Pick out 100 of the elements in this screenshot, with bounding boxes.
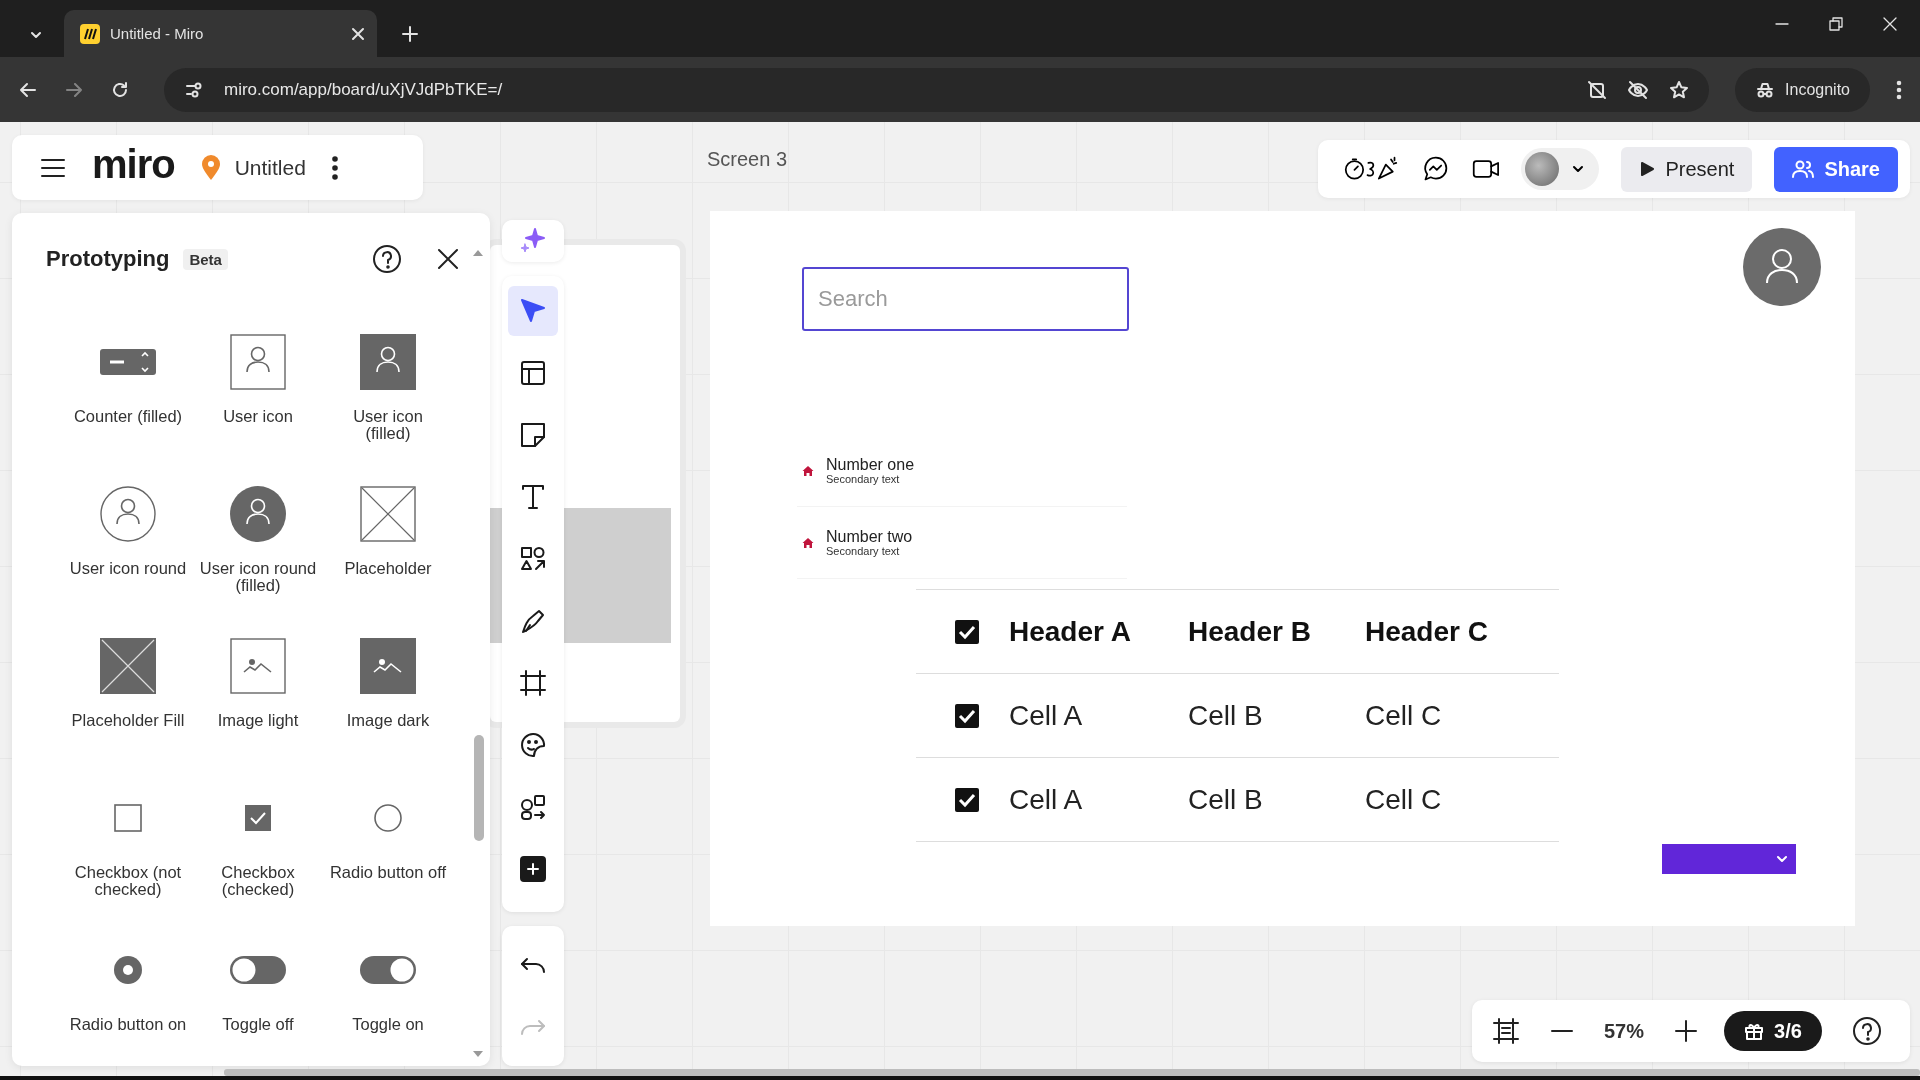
play-icon [1639,161,1656,177]
scroll-down-icon[interactable] [472,1050,484,1058]
component-label: Counter (filled) [73,408,183,425]
frame-icon [519,669,547,697]
cursor-tool[interactable] [508,286,558,336]
shapes-icon [519,545,547,573]
sticky-note-icon [519,421,547,449]
close-icon[interactable] [436,247,460,271]
menu-icon[interactable] [40,156,66,179]
item-title: Number one [826,455,915,473]
component-label: User icon [223,408,293,425]
user-icon[interactable] [100,486,156,542]
checkbox[interactable] [955,787,979,812]
horizontal-scrollbar[interactable] [224,1069,1920,1076]
chevron-down-icon [1776,853,1788,865]
diagram-icon [519,793,547,821]
user-icon[interactable] [230,486,286,542]
user-avatar [1525,152,1560,186]
table-cell-text: Cell A [1009,783,1084,816]
table-cell-text: Cell B [1188,699,1264,732]
component-label: Radio button on [69,1016,187,1033]
new-tab-icon[interactable] [401,25,419,43]
miro-logo[interactable]: miro [92,142,175,187]
tab-title: Untitled - Miro [110,25,205,42]
component-label: Image dark [346,712,430,729]
browser-tab[interactable]: Untitled - Miro [64,10,377,57]
list-item[interactable]: Number one Secondary text [797,435,1127,507]
beta-badge: Beta [183,248,228,270]
help-icon[interactable] [372,244,402,274]
zoom-level[interactable]: 57% [1604,1019,1645,1043]
reload-icon[interactable] [110,79,130,100]
fit-screen-icon[interactable] [1492,1017,1520,1045]
image-icon[interactable] [230,638,286,694]
component-label: Toggle off [222,1016,294,1033]
layout-icon [519,359,547,387]
radio-button-icon[interactable] [374,804,402,832]
item-subtitle: Secondary text [826,544,901,558]
board-name[interactable]: Untitled [234,155,306,180]
share-button[interactable]: Share [1774,146,1898,192]
user-icon[interactable] [230,334,286,390]
add-icon [519,855,547,883]
avatar-icon [1743,228,1821,306]
people-icon [1792,159,1815,179]
component-label: Placeholder [344,560,432,577]
column-header: Header A [1009,615,1132,648]
zoom-in-icon[interactable] [1674,1019,1699,1043]
component-label: Toggle on [352,1016,424,1033]
gift-icon [1744,1021,1765,1041]
close-icon[interactable] [351,26,365,41]
url-text: miro.com/app/board/uXjVJdPbTKE=/ [224,79,504,100]
toggle-icon[interactable] [360,956,416,984]
checkbox-icon[interactable] [245,805,271,831]
table-cell-text: Cell C [1365,783,1443,816]
table-cell-text: Cell A [1009,699,1084,732]
panel-title: Prototyping [46,246,170,272]
scrollbar-thumb[interactable] [474,735,484,841]
collaborators-button[interactable] [1521,148,1600,190]
counter-icon[interactable] [100,349,156,375]
component-label: Image light [217,712,299,729]
text-icon [519,483,547,511]
table-cell-text: Cell C [1365,699,1443,732]
table-cell-text: Cell B [1188,783,1264,816]
checkbox-icon[interactable] [114,804,142,832]
pen-icon [519,607,547,635]
toggle-icon[interactable] [230,956,286,984]
item-title: Number two [826,527,913,545]
component-label: Checkbox (checked) [220,864,296,898]
checkbox[interactable] [955,619,979,644]
column-header: Header B [1188,615,1312,648]
search-field[interactable]: Search [802,267,1129,331]
home-icon [802,536,814,549]
address-bar[interactable]: miro.com/app/board/uXjVJdPbTKE=/ [164,67,1710,112]
star-icon[interactable] [1669,79,1690,100]
present-button[interactable]: Present [1621,146,1753,192]
user-icon[interactable] [360,334,416,390]
eye-off-icon[interactable] [1627,78,1650,101]
frame-title[interactable]: Screen 3 [707,148,788,171]
component-label: User icon round (filled) [199,560,317,594]
onboarding-button[interactable]: 3/6 [1724,1011,1822,1051]
column-header: Header C [1365,615,1489,648]
incognito-badge[interactable]: Incognito [1735,67,1870,112]
scroll-up-icon[interactable] [472,249,484,257]
camera-blocked-icon[interactable] [1587,79,1608,100]
component-label: Checkbox (not checked) [73,864,183,898]
component-label: Placeholder Fill [71,712,185,729]
image-icon[interactable] [360,638,416,694]
more-icon[interactable] [1896,79,1902,100]
sticker-icon [519,731,547,759]
radio-button-icon[interactable] [114,956,142,984]
component-label: Radio button off [329,864,447,881]
restore-icon[interactable] [1828,15,1844,32]
checkbox[interactable] [955,703,979,728]
placeholder-icon[interactable] [360,486,416,542]
item-subtitle: Secondary text [826,472,901,486]
list-item[interactable]: Number two Secondary text [797,507,1127,579]
cursor-icon [519,297,547,325]
more-icon[interactable] [331,155,338,180]
miro-logo-icon [80,23,100,44]
close-icon[interactable] [1882,15,1898,32]
help-icon[interactable] [1851,1016,1882,1046]
